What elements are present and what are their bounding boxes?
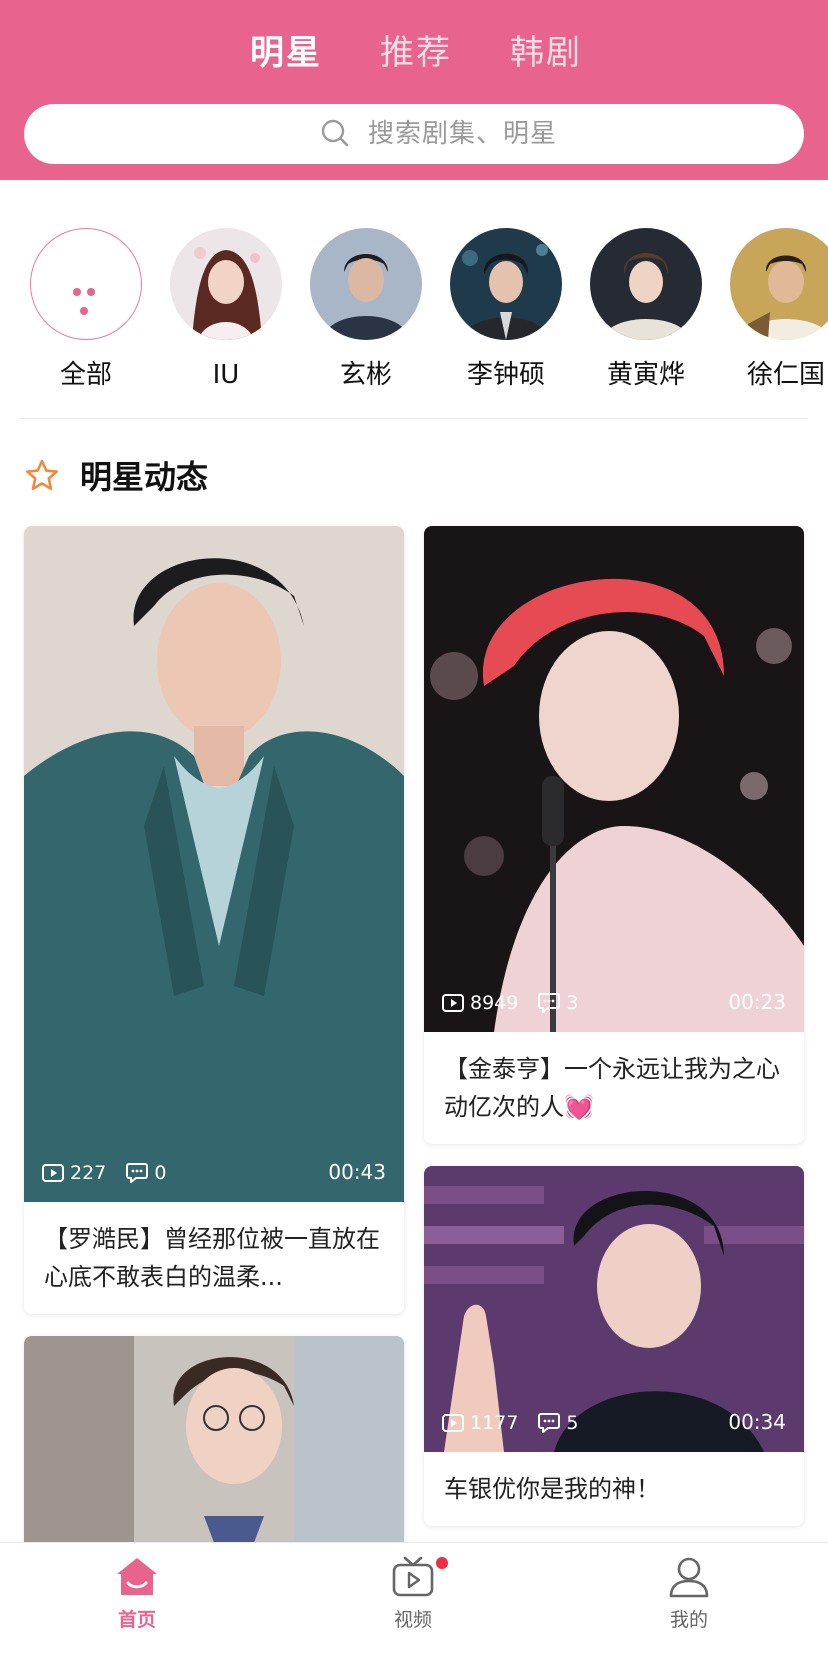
video-thumbnail[interactable]: 227 0 00:43: [24, 526, 404, 1202]
star-name: IU: [212, 360, 240, 390]
video-title[interactable]: 【罗澔民】曾经那位被一直放在心底不敢表白的温柔...: [24, 1202, 404, 1314]
avatar[interactable]: [310, 228, 422, 340]
video-card[interactable]: 227 0 00:43 【罗澔民】曾经那位被一直放在心底不敢表白的温柔...: [24, 526, 404, 1314]
bottom-nav: 首页 视频 我的: [0, 1542, 828, 1665]
view-count: 8949: [442, 989, 518, 1017]
star-item-all[interactable]: 全部: [16, 228, 156, 392]
video-meta: 8949 3 00:23: [442, 988, 786, 1016]
comment-icon: [126, 1163, 149, 1185]
video-meta: 227 0 00:43: [42, 1158, 386, 1186]
play-icon: [442, 994, 464, 1012]
star-outline-icon: [26, 459, 58, 491]
view-count: 227: [42, 1159, 106, 1187]
tab-recommend[interactable]: 推荐: [380, 28, 452, 78]
video-card[interactable]: 8949 3 00:23 【金泰亨】一个永远让我为之心动亿次的人💓: [424, 526, 804, 1144]
comment-count: 5: [538, 1409, 579, 1437]
star-item[interactable]: 黄寅烨: [576, 228, 716, 392]
divider: [20, 418, 808, 419]
video-thumbnail[interactable]: 1177 5 00:34: [424, 1166, 804, 1452]
star-item[interactable]: 徐仁国: [716, 228, 828, 392]
avatar[interactable]: [590, 228, 702, 340]
search-input[interactable]: 搜索剧集、明星: [24, 104, 804, 164]
nav-profile[interactable]: 我的: [629, 1555, 749, 1633]
nav-home[interactable]: 首页: [77, 1555, 197, 1633]
star-name: 全部: [59, 360, 112, 390]
avatar[interactable]: [450, 228, 562, 340]
video-title[interactable]: 车银优你是我的神！: [424, 1452, 804, 1526]
category-tabs: 明星 推荐 韩剧: [0, 28, 828, 115]
play-icon: [42, 1164, 64, 1182]
star-item[interactable]: IU: [156, 228, 296, 392]
video-meta: 1177 5 00:34: [442, 1408, 786, 1436]
view-count: 1177: [442, 1409, 518, 1437]
more-dots-icon: [67, 281, 107, 315]
nav-label: 首页: [117, 1609, 156, 1631]
all-stars-button[interactable]: [30, 228, 142, 340]
section-title: 明星动态: [80, 458, 209, 496]
star-item[interactable]: 李钟硕: [436, 228, 576, 392]
tv-icon: [392, 1556, 434, 1597]
home-icon: [117, 1558, 157, 1595]
video-duration: 00:43: [328, 1160, 386, 1184]
comment-icon: [538, 993, 561, 1015]
tab-stars[interactable]: 明星: [250, 28, 322, 78]
video-thumbnail[interactable]: 8949 3 00:23: [424, 526, 804, 1032]
star-name: 李钟硕: [466, 360, 545, 390]
video-title[interactable]: 【金泰亨】一个永远让我为之心动亿次的人💓: [424, 1032, 804, 1144]
video-card[interactable]: 1177 5 00:34 车银优你是我的神！: [424, 1166, 804, 1526]
notification-badge: [436, 1557, 448, 1569]
star-item[interactable]: 玄彬: [296, 228, 436, 392]
video-duration: 00:23: [728, 990, 786, 1014]
avatar[interactable]: [730, 228, 828, 340]
avatar[interactable]: [170, 228, 282, 340]
star-name: 黄寅烨: [606, 360, 685, 390]
play-icon: [442, 1414, 464, 1432]
top-header: 明星 推荐 韩剧 搜索剧集、明星: [0, 0, 828, 180]
search-icon: [321, 119, 349, 147]
tab-korean-drama[interactable]: 韩剧: [510, 28, 582, 78]
star-name: 玄彬: [339, 360, 392, 390]
comment-count: 3: [538, 989, 579, 1017]
comment-icon: [538, 1413, 561, 1435]
star-name: 徐仁国: [746, 360, 825, 390]
nav-label: 视频: [393, 1609, 432, 1631]
star-list: 全部 IU 玄彬 李钟硕 黄寅烨 徐仁国: [0, 228, 828, 398]
nav-label: 我的: [669, 1609, 708, 1631]
comment-count: 0: [126, 1159, 166, 1187]
video-duration: 00:34: [728, 1410, 786, 1434]
user-icon: [669, 1557, 709, 1598]
search-placeholder: 搜索剧集、明星: [368, 119, 558, 149]
nav-video[interactable]: 视频: [353, 1555, 473, 1633]
